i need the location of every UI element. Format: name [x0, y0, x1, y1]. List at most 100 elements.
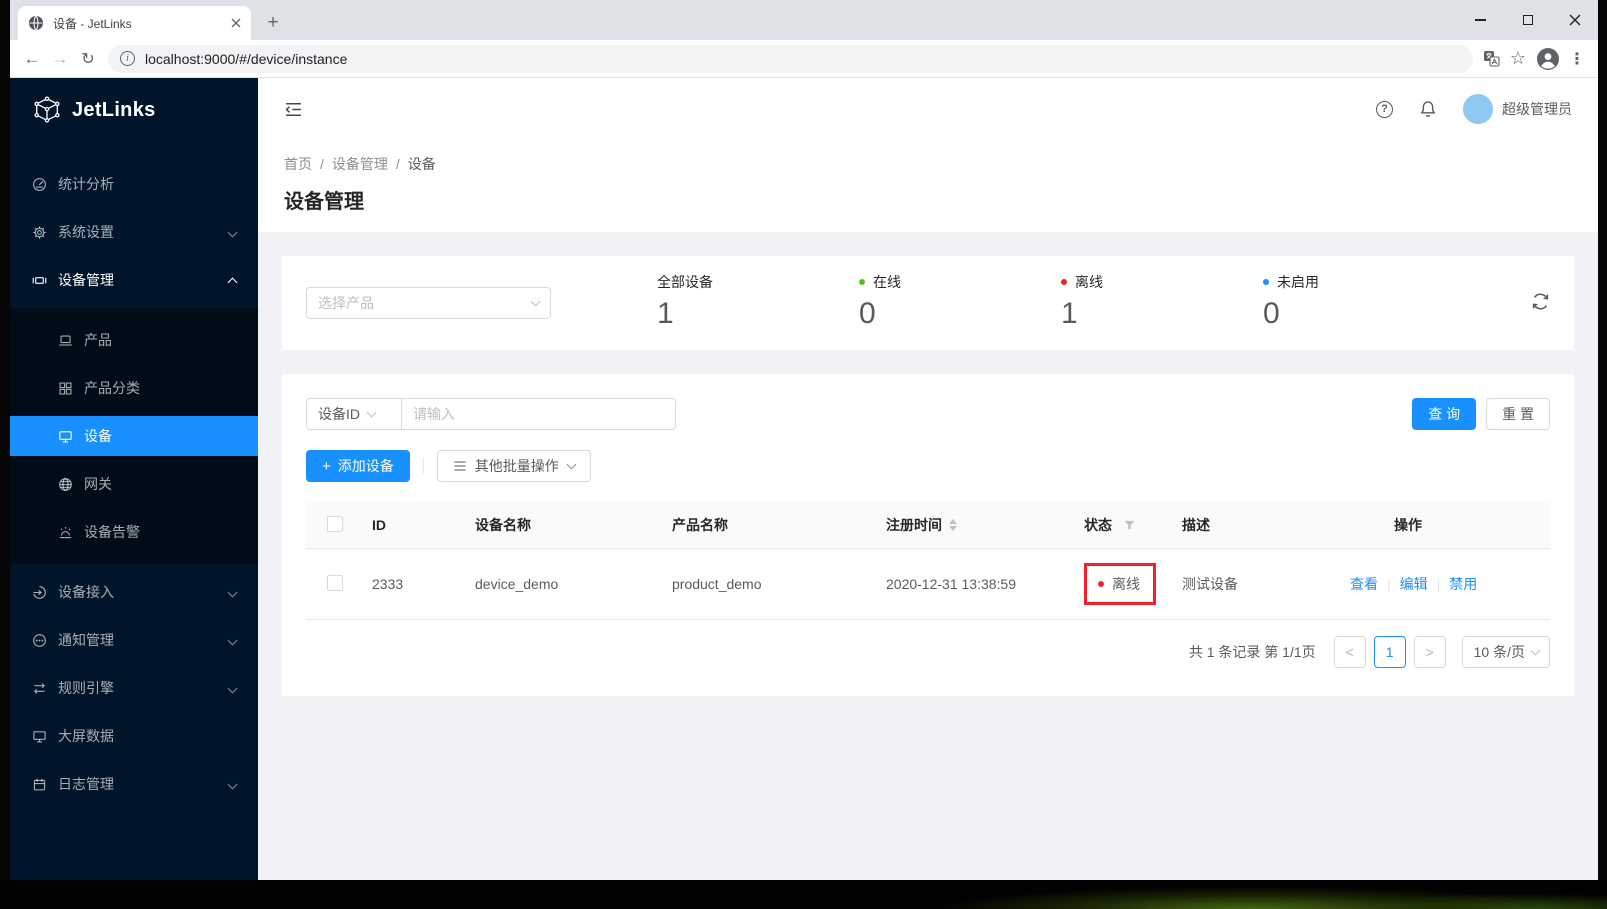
browser-profile-icon[interactable]	[1536, 47, 1560, 71]
sidebar-item-label: 大屏数据	[58, 728, 114, 744]
url-text[interactable]: localhost:9000/#/device/instance	[145, 51, 347, 67]
sidebar-item-product-category[interactable]: 产品分类	[10, 368, 258, 408]
calendar-icon	[33, 778, 46, 790]
add-device-button[interactable]: 添加设备	[306, 450, 410, 482]
sidebar-item-stats[interactable]: 统计分析	[10, 164, 258, 204]
site-info-icon[interactable]	[120, 51, 135, 66]
username: 超级管理员	[1502, 101, 1572, 117]
sidebar-item-big-screen[interactable]: 大屏数据	[10, 716, 258, 756]
col-header-status[interactable]: 状态	[1076, 502, 1174, 549]
sidebar-item-notification[interactable]: 通知管理	[10, 620, 258, 660]
filter-row: 设备ID 查 询 重 置	[306, 398, 1550, 430]
col-header-product-name: 产品名称	[664, 502, 878, 549]
sidebar-submenu-device-mgmt: 产品 产品分类 设备 网关 设备告警	[10, 308, 258, 564]
gear-icon	[33, 225, 46, 239]
page-size-select[interactable]: 10 条/页	[1461, 636, 1550, 668]
page-header: 首页 / 设备管理 / 设备 设备管理	[258, 140, 1598, 232]
maximize-icon[interactable]	[1504, 0, 1551, 40]
divider: |	[1436, 576, 1441, 592]
laptop-icon	[59, 334, 72, 346]
back-icon[interactable]	[18, 45, 46, 73]
chevron-down-icon	[227, 227, 238, 237]
row-checkbox[interactable]	[327, 574, 343, 591]
filter-funnel-icon[interactable]	[1124, 520, 1135, 531]
sidebar-item-rule-engine[interactable]: 规则引擎	[10, 668, 258, 708]
breadcrumb-home[interactable]: 首页	[284, 154, 312, 174]
sidebar-item-gateway[interactable]: 网关	[10, 464, 258, 504]
action-row: 添加设备 其他批量操作	[306, 450, 1550, 482]
menu-fold-icon[interactable]	[284, 100, 303, 119]
sidebar-item-log-mgmt[interactable]: 日志管理	[10, 764, 258, 804]
avatar	[1463, 94, 1493, 124]
cell-id: 2333	[364, 548, 467, 620]
bookmark-star-icon[interactable]	[1504, 45, 1532, 73]
pagination-summary: 共 1 条记录 第 1/1页	[1188, 644, 1316, 660]
logo[interactable]: JetLinks	[10, 78, 258, 142]
search-field-select[interactable]: 设备ID	[306, 398, 402, 430]
sidebar-item-device[interactable]: 设备	[10, 416, 258, 456]
chevron-down-icon	[227, 635, 238, 645]
sidebar-item-device-access[interactable]: 设备接入	[10, 572, 258, 612]
edit-link[interactable]: 编辑	[1400, 576, 1428, 592]
search-input[interactable]	[402, 398, 676, 430]
online-status-dot	[859, 279, 865, 285]
monitor-icon	[59, 430, 72, 442]
sorter-icon[interactable]	[949, 519, 957, 531]
favicon-globe-icon	[28, 15, 44, 31]
breadcrumb-separator: /	[395, 156, 400, 172]
sidebar-item-device-mgmt[interactable]: 设备管理	[10, 260, 258, 300]
batch-actions-button[interactable]: 其他批量操作	[436, 450, 591, 482]
chevron-up-icon	[227, 277, 238, 288]
prev-page-icon[interactable]	[1333, 636, 1366, 668]
sidebar-item-label: 网关	[84, 476, 112, 492]
refresh-icon[interactable]	[1531, 292, 1550, 314]
tab-close-icon[interactable]	[231, 18, 241, 28]
topbar-actions: 超级管理员	[1376, 94, 1572, 124]
address-bar[interactable]: localhost:9000/#/device/instance	[108, 44, 1473, 73]
close-icon[interactable]	[1551, 0, 1598, 40]
sidebar-item-label: 设备接入	[58, 584, 114, 600]
swap-icon	[34, 682, 45, 694]
browser-tab[interactable]: 设备 - JetLinks	[18, 6, 251, 40]
select-all-checkbox[interactable]	[327, 515, 343, 532]
stats-row: 全部设备 1 在线 0 离线 1 未启用 0	[657, 272, 1550, 334]
product-select-placeholder: 选择产品	[318, 295, 374, 311]
help-icon[interactable]	[1376, 100, 1393, 118]
search-button[interactable]: 查 询	[1412, 398, 1477, 430]
globe-icon	[59, 477, 72, 491]
reset-button[interactable]: 重 置	[1486, 398, 1550, 430]
translate-icon[interactable]	[1483, 50, 1500, 67]
sidebar-item-label: 设备告警	[84, 524, 140, 540]
login-icon	[33, 585, 46, 599]
page-number-button[interactable]: 1	[1373, 636, 1406, 668]
bell-icon[interactable]	[1419, 100, 1437, 118]
chevron-down-icon	[227, 587, 238, 597]
forward-icon[interactable]	[46, 45, 74, 73]
browser-window: 设备 - JetLinks localhost:9000/#/device/in…	[10, 0, 1598, 887]
sidebar-item-product[interactable]: 产品	[10, 320, 258, 360]
product-select[interactable]: 选择产品	[306, 287, 551, 319]
sidebar-item-device-alarm[interactable]: 设备告警	[10, 512, 258, 552]
disable-link[interactable]: 禁用	[1449, 576, 1477, 592]
menu-dots-icon[interactable]	[1564, 45, 1590, 73]
sidebar-item-system-settings[interactable]: 系统设置	[10, 212, 258, 252]
cell-device-name: device_demo	[467, 548, 664, 620]
dashboard-icon	[33, 177, 46, 191]
sidebar-item-label: 系统设置	[58, 224, 114, 240]
next-page-icon[interactable]	[1413, 636, 1446, 668]
sidebar: JetLinks 统计分析 系统设置 设备管理 产品 产品分类 设备 网关 设备…	[10, 78, 258, 887]
sidebar-item-label: 产品分类	[84, 380, 140, 396]
stat-value: 1	[1061, 297, 1078, 330]
reload-icon[interactable]	[74, 45, 102, 73]
stat-label: 未启用	[1263, 272, 1465, 292]
new-tab-button[interactable]	[259, 8, 287, 36]
breadcrumb: 首页 / 设备管理 / 设备	[284, 154, 1572, 174]
cell-product-name: product_demo	[664, 548, 878, 620]
col-header-register-time[interactable]: 注册时间	[878, 502, 1076, 549]
view-link[interactable]: 查看	[1350, 576, 1378, 592]
minimize-icon[interactable]	[1457, 0, 1504, 40]
breadcrumb-section[interactable]: 设备管理	[332, 154, 388, 174]
divider	[422, 458, 424, 474]
user-menu[interactable]: 超级管理员	[1463, 94, 1572, 124]
divider: |	[1387, 576, 1391, 592]
